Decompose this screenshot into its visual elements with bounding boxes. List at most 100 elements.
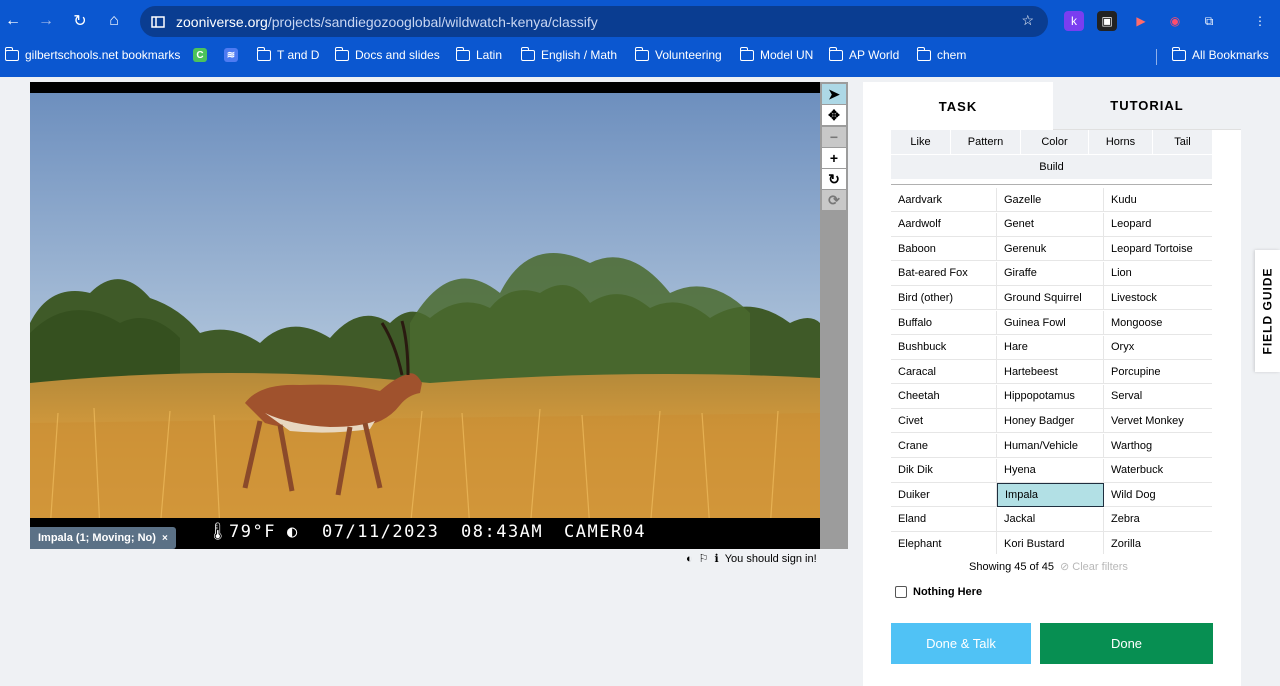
- species-option[interactable]: Buffalo: [891, 311, 997, 335]
- all-bookmarks[interactable]: All Bookmarks: [1171, 46, 1269, 62]
- species-option[interactable]: Lion: [1104, 262, 1212, 286]
- info-icon[interactable]: ℹ: [715, 552, 719, 565]
- move-tool-icon[interactable]: ✥: [822, 105, 846, 125]
- species-option[interactable]: Wild Dog: [1104, 483, 1212, 508]
- species-option[interactable]: Aardvark: [891, 188, 997, 212]
- filter-pattern[interactable]: Pattern: [951, 130, 1021, 154]
- filter-bar: Like Pattern Color Horns Tail Build: [891, 130, 1212, 179]
- species-option[interactable]: Caracal: [891, 360, 997, 385]
- species-option[interactable]: Hartebeest: [997, 360, 1104, 385]
- url-text: zooniverse.org/projects/sandiegozoogloba…: [176, 14, 598, 30]
- species-option[interactable]: Oryx: [1104, 336, 1212, 360]
- extension-k-icon[interactable]: k: [1064, 11, 1084, 31]
- species-option[interactable]: Elephant: [891, 532, 997, 554]
- species-option[interactable]: Warthog: [1104, 434, 1212, 458]
- subject-viewer[interactable]: ⚘ 🌡 79°F ◐ 07/11/2023 08:43AM CAMER04: [30, 82, 820, 549]
- species-option[interactable]: Impala: [997, 483, 1104, 508]
- filter-build[interactable]: Build: [891, 154, 1212, 178]
- species-option[interactable]: Baboon: [891, 237, 997, 262]
- species-option[interactable]: Genet: [997, 212, 1104, 237]
- species-option[interactable]: Serval: [1104, 385, 1212, 409]
- menu-kebab-icon[interactable]: ⋮: [1250, 11, 1270, 31]
- species-option[interactable]: Crane: [891, 434, 997, 458]
- bookmark-folder-latin[interactable]: Latin: [455, 46, 502, 62]
- species-option[interactable]: Leopard: [1104, 213, 1212, 237]
- forward-icon[interactable]: →: [33, 8, 59, 34]
- species-option[interactable]: Guinea Fowl: [997, 311, 1104, 335]
- nothing-here-option[interactable]: Nothing Here: [895, 586, 982, 598]
- site-info-icon[interactable]: [150, 14, 166, 30]
- species-option[interactable]: Honey Badger: [997, 409, 1104, 434]
- species-option[interactable]: Zebra: [1104, 508, 1212, 532]
- species-option[interactable]: Gazelle: [997, 188, 1104, 212]
- clear-filters[interactable]: ⊘ Clear filters: [1060, 560, 1128, 573]
- annotation-remove-icon[interactable]: ×: [162, 533, 168, 544]
- bookmark-managed[interactable]: gilbertschools.net bookmarks: [4, 46, 180, 62]
- species-option[interactable]: Hyena: [997, 458, 1104, 483]
- species-option[interactable]: Gerenuk: [997, 237, 1104, 262]
- bookmark-folder-t-and-d[interactable]: T and D: [256, 46, 319, 62]
- species-option[interactable]: Civet: [891, 409, 997, 434]
- species-option[interactable]: Waterbuck: [1104, 459, 1212, 483]
- reset-icon[interactable]: ⟳: [822, 190, 846, 210]
- bookmark-folder-model-un[interactable]: Model UN: [739, 46, 813, 62]
- bookmark-app-c[interactable]: C: [193, 48, 207, 62]
- filter-horns[interactable]: Horns: [1089, 130, 1153, 154]
- nothing-here-checkbox[interactable]: [895, 586, 907, 598]
- field-guide-tab[interactable]: FIELD GUIDE: [1255, 250, 1280, 372]
- tab-tutorial[interactable]: TUTORIAL: [1053, 82, 1241, 130]
- species-option[interactable]: Giraffe: [997, 261, 1104, 286]
- species-option[interactable]: Jackal: [997, 507, 1104, 532]
- filter-tail[interactable]: Tail: [1153, 130, 1212, 154]
- extension-avatar-icon[interactable]: ▣: [1097, 11, 1117, 31]
- done-and-talk-button[interactable]: Done & Talk: [891, 623, 1031, 664]
- camera-trap-photo[interactable]: [30, 93, 820, 530]
- species-option[interactable]: Leopard Tortoise: [1104, 237, 1212, 262]
- species-option[interactable]: Livestock: [1104, 286, 1212, 311]
- species-option[interactable]: Bat-eared Fox: [891, 261, 997, 286]
- bookmark-folder-english-math[interactable]: English / Math: [520, 46, 617, 62]
- bookmark-folder-volunteering[interactable]: Volunteering: [634, 46, 722, 62]
- species-option[interactable]: Hippopotamus: [997, 384, 1104, 409]
- home-icon[interactable]: ⌂: [101, 8, 127, 34]
- species-option[interactable]: Porcupine: [1104, 360, 1212, 385]
- species-option[interactable]: Vervet Monkey: [1104, 409, 1212, 434]
- extension-arrow-icon[interactable]: ▶: [1131, 11, 1151, 31]
- pointer-tool-icon[interactable]: ➤: [822, 84, 846, 104]
- species-option[interactable]: Eland: [891, 507, 997, 532]
- sign-in-notice[interactable]: You should sign in!: [725, 553, 817, 565]
- bookmark-folder-chem[interactable]: chem: [916, 46, 966, 62]
- back-icon[interactable]: ←: [0, 8, 26, 34]
- reload-icon[interactable]: ↻: [67, 8, 93, 34]
- species-option[interactable]: Human/Vehicle: [997, 434, 1104, 458]
- bookmark-star-icon[interactable]: ☆: [1021, 12, 1034, 29]
- zoom-in-icon[interactable]: +: [822, 148, 846, 168]
- annotation-tag[interactable]: Impala (1; Moving; No) ×: [30, 527, 176, 549]
- flag-icon[interactable]: ⚐: [699, 552, 709, 565]
- species-option[interactable]: Dik Dik: [891, 458, 997, 483]
- done-button[interactable]: Done: [1040, 623, 1213, 664]
- species-option[interactable]: Ground Squirrel: [997, 286, 1104, 311]
- species-option[interactable]: Cheetah: [891, 384, 997, 409]
- rotate-icon[interactable]: ↻: [822, 169, 846, 189]
- tab-task[interactable]: TASK: [863, 82, 1053, 130]
- species-option[interactable]: Duiker: [891, 483, 997, 508]
- species-option[interactable]: Aardwolf: [891, 212, 997, 237]
- species-option[interactable]: Mongoose: [1104, 311, 1212, 335]
- invert-icon[interactable]: ◐: [686, 553, 693, 565]
- bookmark-folder-ap-world[interactable]: AP World: [828, 46, 899, 62]
- extension-circle-icon[interactable]: ◉: [1165, 11, 1185, 31]
- species-option[interactable]: Bushbuck: [891, 335, 997, 360]
- zoom-out-icon[interactable]: −: [822, 127, 846, 147]
- species-option[interactable]: Kudu: [1104, 188, 1212, 212]
- filter-like[interactable]: Like: [891, 130, 951, 154]
- bookmark-app-stripes[interactable]: ≋: [224, 48, 238, 62]
- species-option[interactable]: Kori Bustard: [997, 532, 1104, 554]
- bookmark-folder-docs[interactable]: Docs and slides: [334, 46, 440, 62]
- species-option[interactable]: Zorilla: [1104, 532, 1212, 554]
- filter-color[interactable]: Color: [1021, 130, 1089, 154]
- species-option[interactable]: Bird (other): [891, 286, 997, 311]
- species-option[interactable]: Hare: [997, 335, 1104, 360]
- extensions-puzzle-icon[interactable]: ⧉: [1199, 11, 1219, 31]
- address-bar[interactable]: zooniverse.org/projects/sandiegozoogloba…: [140, 6, 1048, 37]
